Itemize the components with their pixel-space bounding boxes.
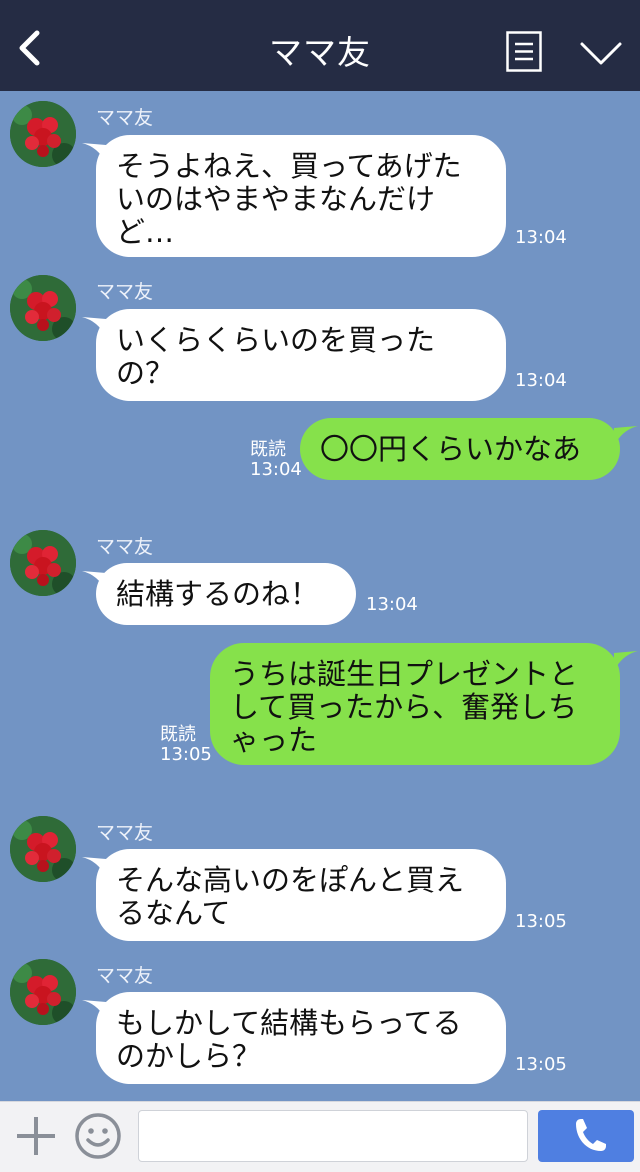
menu-icon xyxy=(506,31,542,72)
message-time: 13:04 xyxy=(250,459,302,480)
message-time: 13:04 xyxy=(366,594,418,615)
chevron-down-icon xyxy=(580,42,622,65)
chat-header: ママ友 xyxy=(0,0,640,91)
avatar[interactable] xyxy=(10,816,76,882)
chat-title: ママ友 xyxy=(269,33,371,72)
sender-name: ママ友 xyxy=(96,536,154,558)
message-time: 13:05 xyxy=(515,911,567,932)
flower-avatar-icon xyxy=(10,959,76,1025)
message-time: 13:05 xyxy=(160,744,212,765)
message-time: 13:04 xyxy=(515,370,567,391)
flower-avatar-icon xyxy=(10,101,76,167)
message-time: 13:05 xyxy=(515,1054,567,1075)
flower-avatar-icon xyxy=(10,530,76,596)
emoji-button[interactable] xyxy=(74,1112,122,1160)
message-bubble-outgoing[interactable]: うちは誕生日プレゼントとして買ったから、奮発しちゃった xyxy=(210,643,620,765)
message-input[interactable] xyxy=(138,1110,528,1162)
message-bubble-incoming[interactable]: いくらくらいのを買ったの？ xyxy=(96,309,506,401)
message-bubble-incoming[interactable]: 結構するのね！ xyxy=(96,563,356,625)
flower-avatar-icon xyxy=(10,816,76,882)
smile-icon xyxy=(75,1113,121,1159)
message-time: 13:04 xyxy=(515,227,567,248)
plus-icon xyxy=(17,1117,55,1155)
add-button[interactable] xyxy=(14,1114,58,1158)
message-bubble-incoming[interactable]: もしかして結構もらってるのかしら？ xyxy=(96,992,506,1084)
sender-name: ママ友 xyxy=(96,281,154,303)
avatar[interactable] xyxy=(10,275,76,341)
sender-name: ママ友 xyxy=(96,965,154,987)
avatar[interactable] xyxy=(10,959,76,1025)
message-input-bar xyxy=(0,1101,640,1172)
menu-button[interactable] xyxy=(506,31,542,72)
avatar[interactable] xyxy=(10,530,76,596)
bubble-tail xyxy=(614,426,638,446)
collapse-button[interactable] xyxy=(578,36,624,72)
sender-name: ママ友 xyxy=(96,822,154,844)
call-button[interactable] xyxy=(538,1110,634,1162)
sender-name: ママ友 xyxy=(96,107,154,129)
phone-icon xyxy=(576,1119,606,1151)
bubble-tail xyxy=(614,651,638,671)
message-bubble-outgoing[interactable]: 〇〇円くらいかなあ xyxy=(300,418,620,480)
avatar[interactable] xyxy=(10,101,76,167)
chat-area[interactable]: ママ友 そうよねえ、買ってあげたいのはやまやまなんだけど… 13:04 ママ友 … xyxy=(0,91,640,1101)
read-receipt: 既読 xyxy=(250,439,286,460)
read-receipt: 既読 xyxy=(160,724,196,745)
flower-avatar-icon xyxy=(10,275,76,341)
message-bubble-incoming[interactable]: そうよねえ、買ってあげたいのはやまやまなんだけど… xyxy=(96,135,506,257)
message-bubble-incoming[interactable]: そんな高いのをぽんと買えるなんて xyxy=(96,849,506,941)
